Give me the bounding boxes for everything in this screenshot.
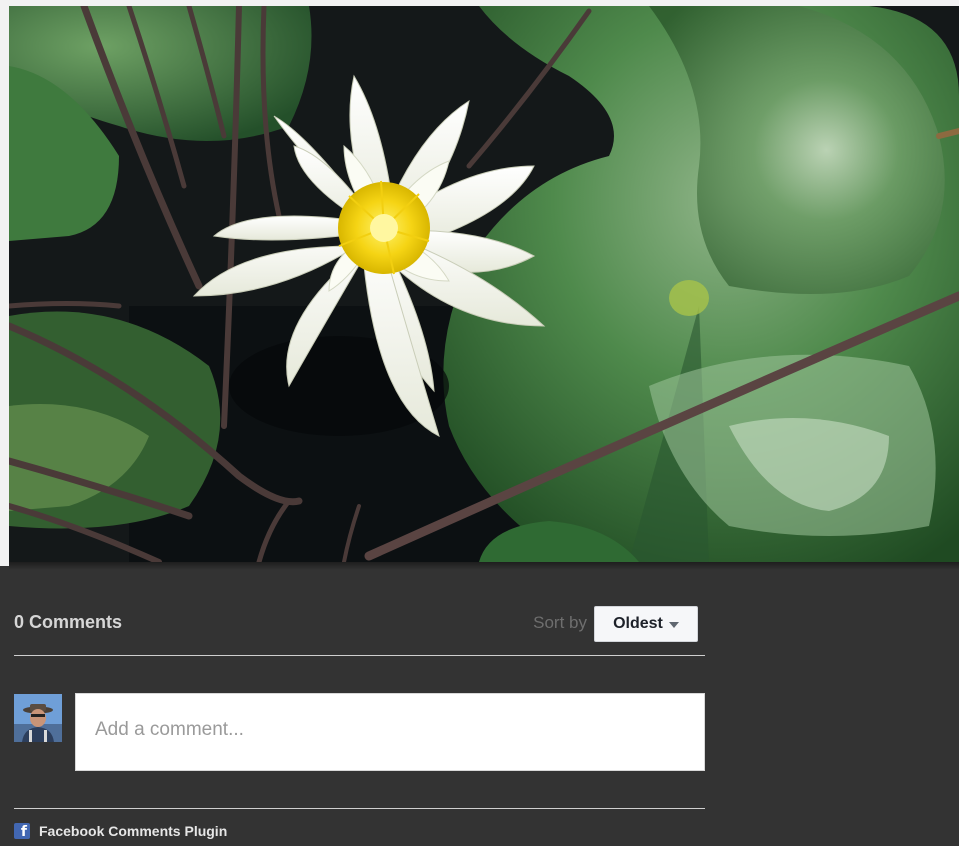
caret-down-icon	[668, 622, 679, 628]
plugin-label: Facebook Comments Plugin	[39, 823, 228, 839]
sort-by-label: Sort by	[533, 613, 587, 632]
comments-header: 0 Comments Sort by Oldest	[14, 600, 705, 642]
comments-section: 0 Comments Sort by Oldest f Facebook Com…	[14, 600, 705, 840]
header-divider	[14, 655, 705, 656]
water-lily-photo	[9, 6, 959, 562]
comment-input-box[interactable]	[75, 693, 705, 771]
photo-shadow	[9, 562, 959, 570]
facebook-plugin-link[interactable]: f Facebook Comments Plugin	[14, 823, 228, 840]
comment-count: 0 Comments	[14, 612, 123, 632]
avatar[interactable]	[14, 694, 62, 742]
page-left-strip	[0, 0, 9, 566]
sort-order-dropdown[interactable]: Oldest	[594, 606, 698, 642]
comment-input[interactable]	[93, 718, 687, 742]
sort-order-value: Oldest	[613, 615, 663, 632]
footer-divider	[14, 808, 705, 809]
facebook-icon: f	[14, 823, 30, 840]
